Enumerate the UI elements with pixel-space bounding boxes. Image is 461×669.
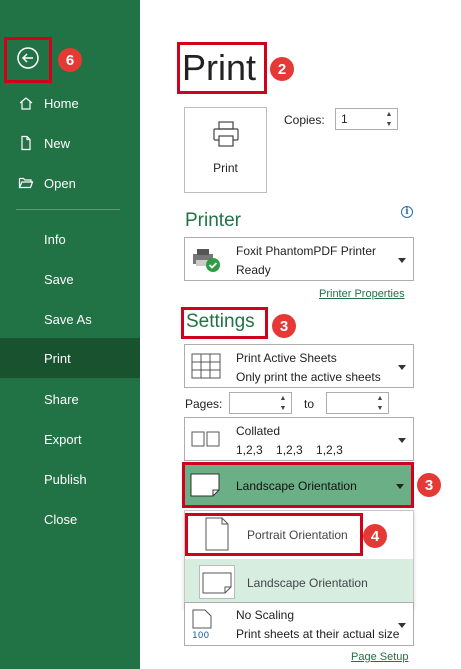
print-what-description: Only print the active sheets xyxy=(236,370,381,384)
portrait-page-icon xyxy=(205,517,229,556)
callout-badge: 4 xyxy=(363,524,387,548)
collated-pages-icon xyxy=(191,430,221,453)
sidebar-item-label: Export xyxy=(44,431,82,447)
home-icon xyxy=(18,95,34,111)
spin-down-icon[interactable]: ▼ xyxy=(375,404,385,413)
chevron-down-icon xyxy=(398,623,406,628)
spin-down-icon[interactable]: ▼ xyxy=(384,120,394,129)
sidebar-item-label: Print xyxy=(44,350,71,366)
scaling-icon: 100 xyxy=(191,609,213,644)
scaling-description: Print sheets at their actual size xyxy=(236,627,400,641)
sidebar-item-share[interactable]: Share xyxy=(0,379,140,419)
sidebar-divider xyxy=(16,209,120,210)
pages-label: Pages: xyxy=(185,397,223,411)
sidebar-item-label: Save As xyxy=(44,311,92,327)
sidebar-item-new[interactable]: New xyxy=(0,123,140,163)
sidebar-item-export[interactable]: Export xyxy=(0,419,140,459)
chevron-down-icon xyxy=(396,484,404,489)
backstage-sidebar: Home New Open Info Save Save As Print Sh… xyxy=(0,0,140,669)
callout-badge: 6 xyxy=(58,48,82,72)
sidebar-item-save-as[interactable]: Save As xyxy=(0,299,140,339)
print-what-dropdown[interactable]: Print Active Sheets Only print the activ… xyxy=(184,344,414,388)
sidebar-item-info[interactable]: Info xyxy=(0,219,140,259)
sidebar-item-print[interactable]: Print xyxy=(0,338,140,378)
sidebar-item-label: Info xyxy=(44,231,66,247)
scaling-icon-text: 100 xyxy=(192,631,209,639)
menu-item-label: Portrait Orientation xyxy=(247,528,348,542)
copies-stepper[interactable]: 1 ▲ ▼ xyxy=(335,108,398,130)
menu-item-label: Landscape Orientation xyxy=(247,576,368,590)
sheet-grid-icon xyxy=(191,353,221,384)
back-arrow-icon xyxy=(16,46,40,75)
sidebar-item-close[interactable]: Close xyxy=(0,499,140,539)
spin-up-icon[interactable]: ▲ xyxy=(375,394,385,403)
chevron-down-icon xyxy=(398,438,406,443)
pages-to-stepper[interactable]: ▲ ▼ xyxy=(326,392,389,414)
printer-dropdown[interactable]: Foxit PhantomPDF Printer Ready xyxy=(184,237,414,281)
orientation-dropdown[interactable]: Landscape Orientation xyxy=(182,462,414,508)
sidebar-item-publish[interactable]: Publish xyxy=(0,459,140,499)
sidebar-item-label: Share xyxy=(44,391,79,407)
callout-badge: 3 xyxy=(417,473,441,497)
sidebar-item-open[interactable]: Open xyxy=(0,163,140,203)
copies-value: 1 xyxy=(341,112,348,126)
sidebar-item-label: New xyxy=(44,135,71,151)
sidebar-item-label: Close xyxy=(44,511,78,527)
sidebar-item-save[interactable]: Save xyxy=(0,259,140,299)
scaling-dropdown[interactable]: 100 No Scaling Print sheets at their act… xyxy=(184,602,414,646)
printer-ready-icon xyxy=(191,246,221,279)
sidebar-item-label: Save xyxy=(44,271,74,287)
collation-title: Collated xyxy=(236,424,281,438)
spin-down-icon[interactable]: ▼ xyxy=(278,404,288,413)
sidebar-item-home[interactable]: Home xyxy=(0,83,140,123)
print-button[interactable]: Print xyxy=(184,107,267,193)
printer-properties-link[interactable]: Printer Properties xyxy=(319,288,405,300)
callout-badge: 3 xyxy=(272,314,296,338)
printer-section-title: Printer xyxy=(185,210,241,231)
folder-open-icon xyxy=(18,175,34,191)
sidebar-item-label: Publish xyxy=(44,471,87,487)
copies-label: Copies: xyxy=(284,113,325,127)
sidebar-item-label: Open xyxy=(44,175,76,191)
scaling-title: No Scaling xyxy=(236,608,295,622)
landscape-page-icon xyxy=(199,565,235,604)
back-button[interactable] xyxy=(4,37,52,83)
pages-to-label: to xyxy=(304,397,315,411)
chevron-down-icon xyxy=(398,258,406,263)
page-title: Print xyxy=(177,42,267,94)
pages-from-stepper[interactable]: ▲ ▼ xyxy=(229,392,292,414)
print-button-label: Print xyxy=(213,161,238,175)
printer-icon xyxy=(212,120,240,153)
settings-section-title: Settings xyxy=(181,307,268,339)
landscape-page-icon xyxy=(190,472,220,503)
spin-up-icon[interactable]: ▲ xyxy=(278,394,288,403)
collation-dropdown[interactable]: Collated 1,2,3 1,2,3 1,2,3 xyxy=(184,417,414,461)
chevron-down-icon xyxy=(398,365,406,370)
spin-up-icon[interactable]: ▲ xyxy=(384,110,394,119)
sidebar-item-label: Home xyxy=(44,95,79,111)
new-document-icon xyxy=(18,135,34,151)
printer-name: Foxit PhantomPDF Printer xyxy=(236,244,377,258)
callout-badge: 2 xyxy=(270,57,294,81)
collation-description: 1,2,3 1,2,3 1,2,3 xyxy=(236,443,343,457)
printer-status: Ready xyxy=(236,263,271,277)
orientation-selected: Landscape Orientation xyxy=(236,479,357,493)
page-setup-link[interactable]: Page Setup xyxy=(351,651,409,663)
menu-item-landscape[interactable]: Landscape Orientation xyxy=(185,559,413,605)
info-icon[interactable]: i xyxy=(401,206,413,218)
print-what-title: Print Active Sheets xyxy=(236,351,337,365)
